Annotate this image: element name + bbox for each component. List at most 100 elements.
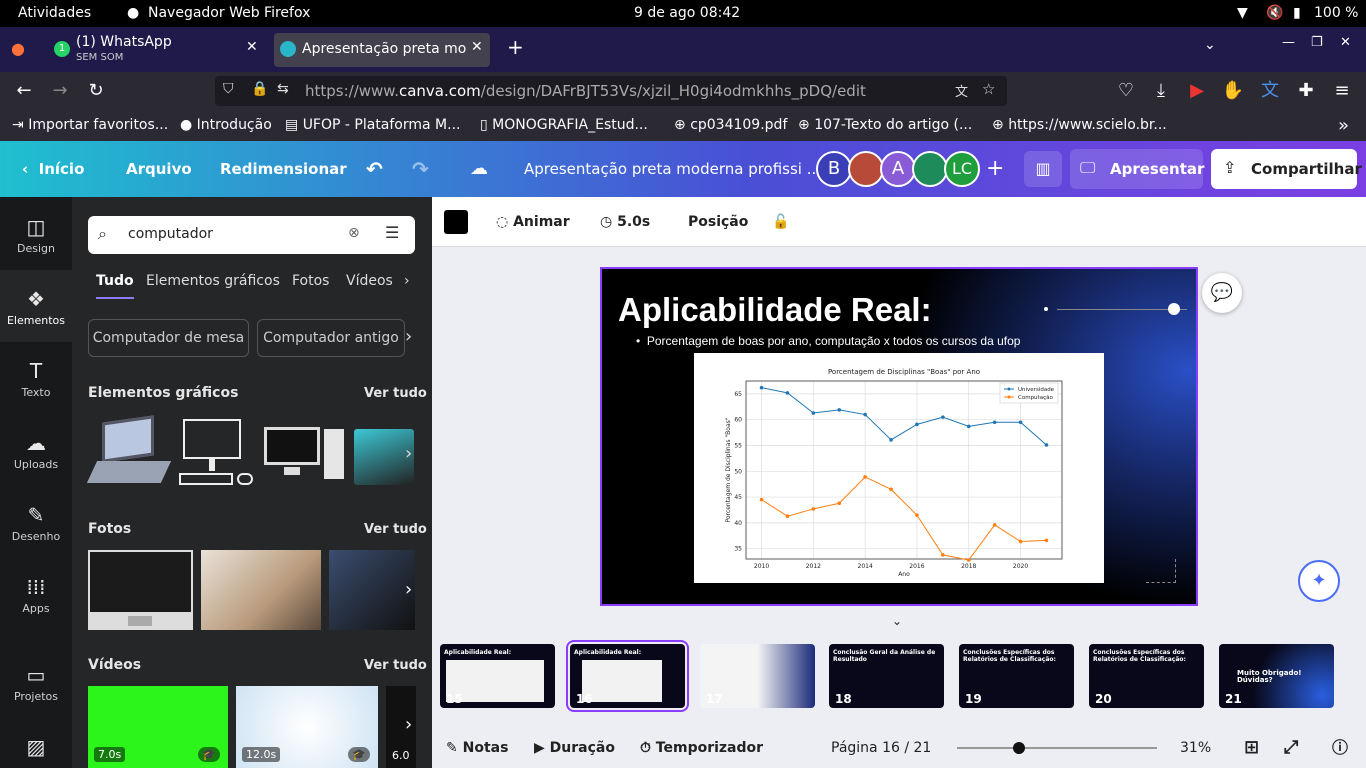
minimize-icon[interactable]: —	[1282, 35, 1295, 50]
slide-canvas[interactable]: Aplicabilidade Real: • Porcentagem de bo…	[600, 267, 1198, 606]
undo-icon[interactable]: ↶	[366, 141, 383, 197]
lock-icon[interactable]: 🔒	[251, 81, 268, 97]
magic-assistant-icon[interactable]: ✦	[1298, 560, 1340, 602]
page-indicator[interactable]: Página 16 / 21	[831, 733, 931, 763]
rail-apps[interactable]: ⁞⁞⁞ Apps	[0, 575, 72, 615]
present-button[interactable]: 🖵 Apresentar	[1070, 149, 1204, 189]
firefox-menu-icon[interactable]: ●	[11, 39, 25, 58]
page-thumbnail[interactable]: Aplicabilidade Real: 15	[440, 644, 555, 708]
chip-desktop[interactable]: Computador de mesa	[88, 319, 249, 357]
resize-button[interactable]: Redimensionar	[220, 141, 347, 197]
see-all-photos[interactable]: Ver tudo	[364, 522, 427, 537]
home-button[interactable]: ‹ Início	[22, 141, 84, 197]
battery-icon[interactable]: ▮	[1293, 0, 1301, 27]
clock[interactable]: 9 de ago 08:42	[634, 0, 740, 27]
bookmark-item[interactable]: ⊕ https://www.scielo.br...	[992, 110, 1167, 141]
rail-more[interactable]: ▨	[0, 735, 72, 762]
new-tab-icon[interactable]: +	[507, 35, 524, 59]
zoom-level[interactable]: 31%	[1180, 733, 1211, 763]
duration-toggle[interactable]: ▶ Duração	[534, 733, 615, 763]
rail-text[interactable]: T Texto	[0, 359, 72, 399]
document-title[interactable]: Apresentação preta moderna profissi ...	[524, 141, 821, 197]
back-icon[interactable]: ←	[9, 72, 39, 110]
page-thumbnail[interactable]: Conclusões Específicas dos Relatórios de…	[1089, 644, 1204, 708]
maximize-icon[interactable]: ❐	[1311, 35, 1323, 50]
fullscreen-icon[interactable]: ⤢	[1284, 733, 1298, 763]
chevron-right-icon[interactable]: ›	[405, 714, 412, 735]
activities-button[interactable]: Atividades	[18, 0, 91, 27]
extension-hand-icon[interactable]: ✋	[1218, 72, 1248, 110]
video-green-screen[interactable]: 7.0s 🎓	[88, 686, 228, 768]
window-close-icon[interactable]: ✕	[1340, 35, 1351, 50]
avatar[interactable]: B	[816, 151, 852, 187]
download-icon[interactable]: ⤓	[1146, 72, 1176, 110]
rail-uploads[interactable]: ☁ Uploads	[0, 431, 72, 471]
bookmark-item[interactable]: ▤ UFOP - Plataforma M...	[285, 110, 460, 141]
page-thumbnail[interactable]: 17	[700, 644, 815, 708]
see-all-graphics[interactable]: Ver tudo	[364, 386, 427, 401]
rail-elements[interactable]: ❖ Elementos	[0, 287, 72, 327]
url-bar[interactable]: ⛉ 🔒 ⇆ https://www.canva.com/design/DAFrB…	[215, 76, 1007, 106]
see-all-videos[interactable]: Ver tudo	[364, 658, 427, 673]
pocket-icon[interactable]: ♡	[1111, 72, 1141, 110]
photo-laptop[interactable]	[329, 550, 415, 630]
shield-icon[interactable]: ⛉	[223, 81, 234, 97]
wifi-icon[interactable]: ▼	[1237, 0, 1248, 27]
file-menu[interactable]: Arquivo	[126, 141, 192, 197]
share-button[interactable]: ⇪ Compartilhar	[1211, 149, 1362, 189]
bookmark-item[interactable]: ▯ MONOGRAFIA_Estud...	[480, 110, 648, 141]
rail-design[interactable]: ◫ Design	[0, 215, 72, 255]
chevron-right-icon[interactable]: ›	[404, 273, 410, 289]
bookmarks-overflow-icon[interactable]: »	[1338, 110, 1349, 141]
chevron-down-icon[interactable]: ⌄	[892, 614, 902, 628]
animate-button[interactable]: ◌ Animar	[496, 197, 570, 247]
avatar[interactable]: A	[880, 151, 916, 187]
page-thumbnail[interactable]: Conclusões Específicas dos Relatórios de…	[959, 644, 1074, 708]
cloud-save-icon[interactable]: ☁	[470, 141, 488, 197]
reload-icon[interactable]: ↻	[81, 72, 111, 110]
computer-sketch-graphic[interactable]	[175, 415, 257, 491]
filter-tab-all[interactable]: Tudo	[96, 273, 134, 299]
slide-bullet[interactable]: • Porcentagem de boas por ano, computaçã…	[636, 334, 1020, 348]
extensions-icon[interactable]: ✚	[1291, 72, 1321, 110]
add-collaborator-icon[interactable]: +	[986, 141, 1004, 197]
menu-icon[interactable]: ≡	[1327, 72, 1357, 110]
position-button[interactable]: Posição	[688, 197, 748, 247]
page-thumbnail[interactable]: Conclusão Geral da Análise de Resultado 1…	[829, 644, 944, 708]
page-thumbnail[interactable]: Muito Obrigado! Dúvidas? 21	[1219, 644, 1334, 708]
avatar[interactable]: LC	[944, 151, 980, 187]
extension-video-icon[interactable]: ▶	[1182, 72, 1212, 110]
zoom-slider-knob[interactable]	[1013, 742, 1025, 754]
bookmark-item[interactable]: ⊕ 107-Texto do artigo (...	[798, 110, 972, 141]
chevron-right-icon[interactable]: ›	[405, 579, 412, 600]
filter-tab-videos[interactable]: Vídeos	[346, 273, 393, 289]
bookmark-item[interactable]: ⇥ Importar favoritos...	[12, 110, 168, 141]
filter-tab-graphics[interactable]: Elementos gráficos	[146, 273, 280, 289]
tab-list-icon[interactable]: ⌄	[1204, 37, 1216, 53]
help-icon[interactable]: ⓘ	[1332, 733, 1348, 763]
permissions-icon[interactable]: ⇆	[277, 81, 289, 97]
avatar-photo[interactable]	[848, 151, 884, 187]
clear-search-icon[interactable]: ⊗	[348, 225, 360, 241]
translate-icon[interactable]: 文	[955, 81, 968, 100]
chevron-right-icon[interactable]: ›	[405, 326, 412, 347]
app-menu[interactable]: Navegador Web Firefox	[148, 0, 310, 27]
search-box[interactable]: ⌕ computador ⊗ ☰	[88, 216, 415, 254]
add-comment-icon[interactable]: 💬	[1202, 273, 1242, 313]
laptop-graphic[interactable]	[86, 415, 172, 491]
slide-title[interactable]: Aplicabilidade Real:	[618, 291, 932, 329]
redo-icon[interactable]: ↷	[412, 141, 429, 197]
color-swatch[interactable]	[444, 210, 468, 234]
rail-draw[interactable]: ✎ Desenho	[0, 503, 72, 543]
chevron-right-icon[interactable]: ›	[405, 443, 412, 464]
chart-container[interactable]: 2010 2012 2014 2016 2018 2020 35 40 45 50 55 60 65 Po…	[694, 353, 1104, 583]
search-input[interactable]: computador	[128, 226, 213, 242]
tab-whatsapp[interactable]: 1 (1) WhatsApp SEM SOM ✕	[48, 33, 266, 67]
chip-old-computer[interactable]: Computador antigo	[257, 319, 405, 357]
bookmark-item[interactable]: ● Introdução	[180, 110, 272, 141]
grid-view-icon[interactable]: ⊞	[1244, 733, 1259, 763]
notes-button[interactable]: ✎ Notas	[446, 733, 508, 763]
battery-level[interactable]: 100 %	[1314, 0, 1358, 27]
insights-icon[interactable]: ▥	[1024, 151, 1062, 187]
photo-monitor[interactable]	[88, 550, 193, 630]
